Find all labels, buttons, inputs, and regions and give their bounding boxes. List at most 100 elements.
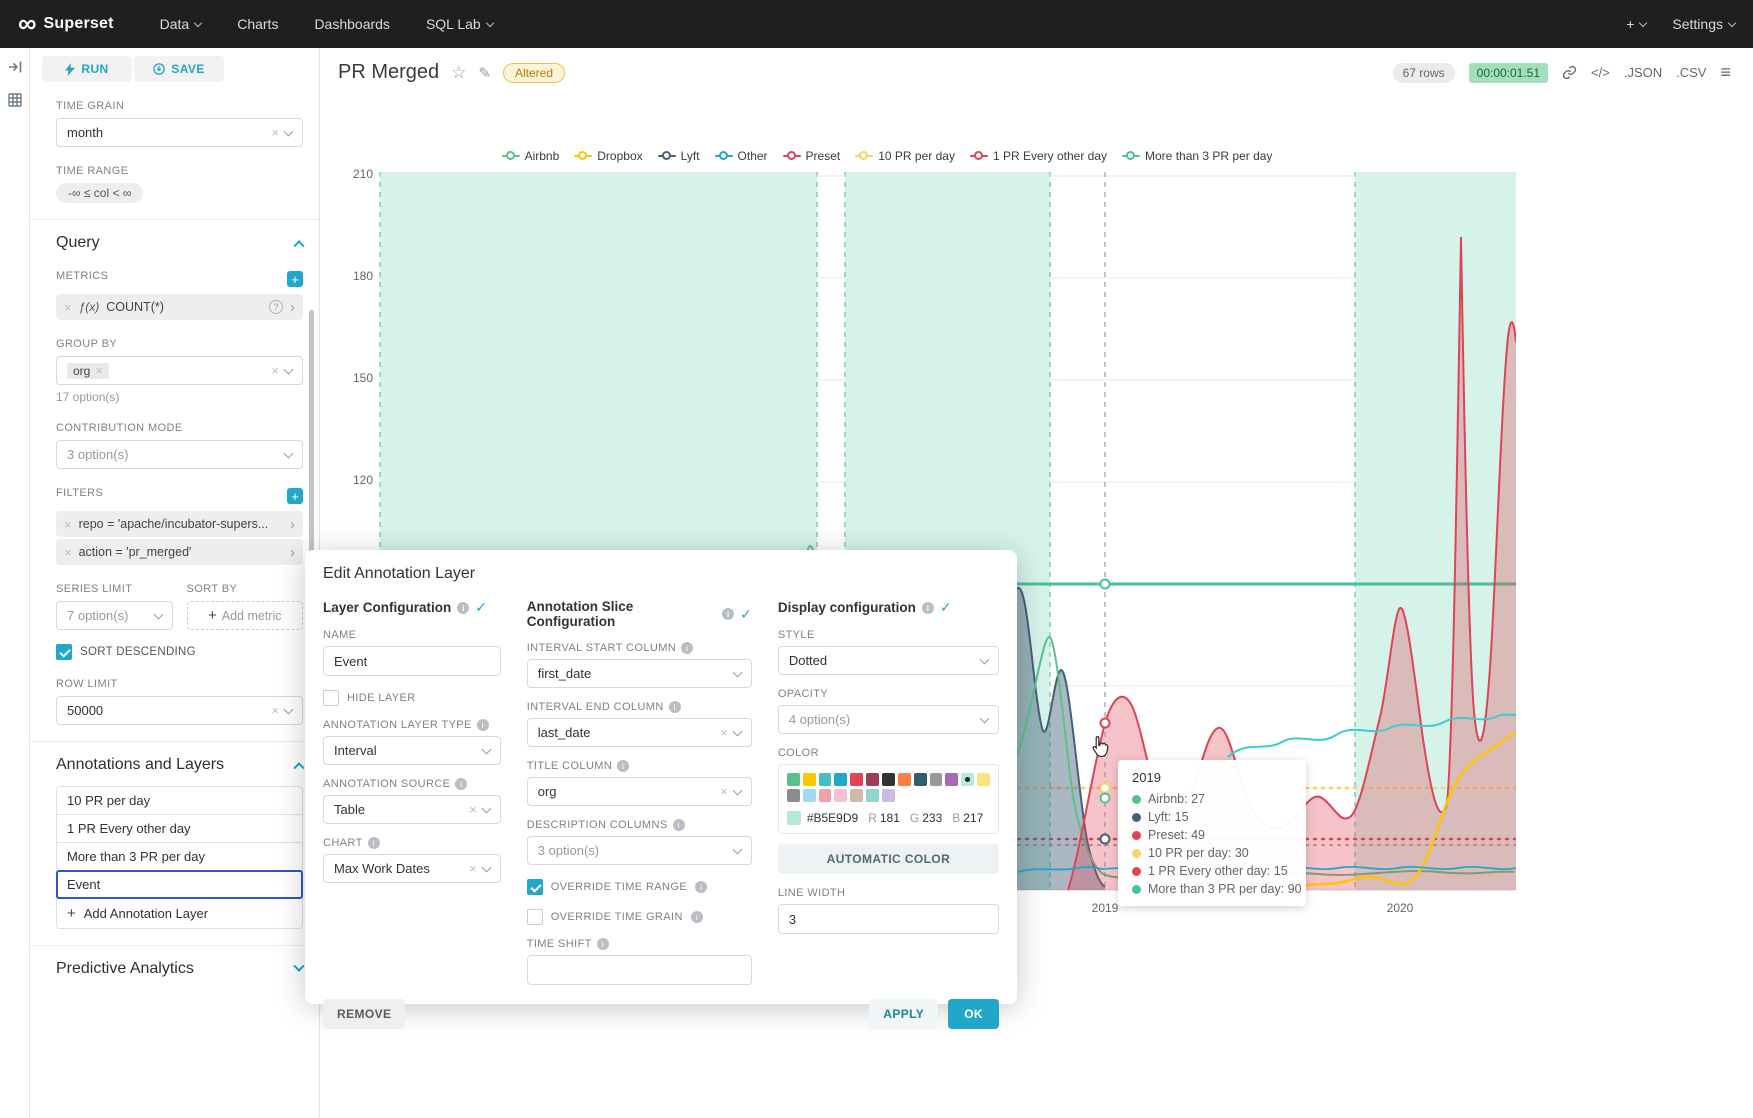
filter-pill[interactable]: × action = 'pr_merged' › (56, 539, 303, 565)
edit-title-icon[interactable]: ✎ (478, 64, 491, 82)
clear-icon[interactable]: × (720, 785, 728, 798)
color-swatch[interactable] (787, 789, 800, 802)
group-by-tag[interactable]: org× (67, 363, 109, 379)
nav-dashboards[interactable]: Dashboards (314, 16, 390, 32)
annotation-layer-item[interactable]: More than 3 PR per day (56, 842, 303, 871)
color-swatch[interactable] (898, 773, 911, 786)
predictive-section-header[interactable]: Predictive Analytics (56, 960, 303, 978)
export-json-button[interactable]: .JSON (1624, 65, 1662, 80)
color-swatch[interactable] (945, 773, 958, 786)
add-annotation-layer-button[interactable]: + Add Annotation Layer (56, 898, 303, 929)
apply-button[interactable]: APPLY (869, 999, 938, 1029)
annotation-layer-type-select[interactable]: Interval (323, 736, 501, 765)
interval-start-select[interactable]: first_date (527, 659, 752, 688)
remove-button[interactable]: REMOVE (323, 999, 405, 1029)
embed-code-icon[interactable]: </> (1591, 65, 1610, 80)
time-range-pill[interactable]: -∞ ≤ col < ∞ (56, 183, 143, 203)
superset-logo[interactable]: ∞ Superset (18, 13, 114, 36)
clear-icon[interactable]: × (469, 862, 477, 875)
time-shift-input[interactable] (527, 955, 752, 985)
annotation-source-select[interactable]: Table × (323, 795, 501, 824)
filter-pill[interactable]: × repo = 'apache/incubator-supers... › (56, 511, 303, 537)
color-swatch[interactable] (882, 789, 895, 802)
time-grain-select[interactable]: month × (56, 118, 303, 147)
nav-settings[interactable]: Settings (1672, 16, 1735, 32)
opacity-select[interactable]: 4 option(s) (778, 705, 999, 734)
metric-pill[interactable]: × ƒ(x) COUNT(*) ? › (56, 294, 303, 320)
clear-icon[interactable]: × (271, 364, 279, 377)
group-by-select[interactable]: org× × (56, 356, 303, 385)
color-swatch[interactable] (819, 789, 832, 802)
menu-icon[interactable]: ≡ (1720, 62, 1731, 83)
legend-item[interactable]: 1 PR Every other day (970, 149, 1107, 163)
annotations-section-header[interactable]: Annotations and Layers (56, 756, 303, 774)
export-csv-button[interactable]: .CSV (1676, 65, 1706, 80)
override-time-grain-checkbox[interactable]: OVERRIDE TIME GRAIN i (527, 909, 752, 925)
nav-new-button[interactable]: + (1626, 16, 1646, 32)
legend-item[interactable]: Lyft (658, 149, 700, 163)
remove-tag-icon[interactable]: × (95, 364, 103, 377)
legend-item[interactable]: More than 3 PR per day (1122, 149, 1272, 163)
color-swatch[interactable] (866, 789, 879, 802)
color-swatch[interactable] (914, 773, 927, 786)
clear-icon[interactable]: × (271, 704, 279, 717)
share-link-icon[interactable] (1562, 65, 1577, 80)
run-button[interactable]: RUN (42, 56, 132, 82)
chart-select[interactable]: Max Work Dates × (323, 854, 501, 883)
nav-charts[interactable]: Charts (237, 16, 278, 32)
add-metric-plus-button[interactable]: + (287, 271, 303, 287)
clear-icon[interactable]: × (469, 803, 477, 816)
color-swatch[interactable] (850, 789, 863, 802)
color-swatch[interactable] (882, 773, 895, 786)
legend-item[interactable]: Other (715, 149, 768, 163)
color-swatch[interactable] (866, 773, 879, 786)
override-time-range-checkbox[interactable]: OVERRIDE TIME RANGE i (527, 879, 752, 895)
color-swatch[interactable] (787, 773, 800, 786)
clear-icon[interactable]: × (271, 126, 279, 139)
nav-data[interactable]: Data (160, 16, 202, 32)
clear-icon[interactable]: × (720, 726, 728, 739)
color-swatch[interactable] (930, 773, 943, 786)
series-limit-select[interactable]: 7 option(s) (56, 601, 173, 630)
nav-sqllab[interactable]: SQL Lab (426, 16, 493, 32)
color-swatch[interactable] (834, 773, 847, 786)
color-swatch[interactable] (819, 773, 832, 786)
legend-item[interactable]: 10 PR per day (855, 149, 955, 163)
collapse-panel-icon[interactable] (8, 60, 22, 79)
sort-descending-checkbox[interactable]: SORT DESCENDING (56, 644, 303, 660)
annotation-layer-item[interactable]: Event (56, 870, 303, 899)
title-column-select[interactable]: org × (527, 777, 752, 806)
description-columns-select[interactable]: 3 option(s) (527, 836, 752, 865)
favorite-star-icon[interactable]: ☆ (451, 63, 466, 83)
remove-filter-icon[interactable]: × (64, 518, 72, 531)
color-swatch[interactable] (977, 773, 990, 786)
remove-filter-icon[interactable]: × (64, 546, 72, 559)
name-input[interactable] (323, 646, 501, 676)
altered-badge[interactable]: Altered (503, 63, 565, 83)
remove-metric-icon[interactable]: × (64, 301, 72, 314)
color-swatch[interactable] (803, 789, 816, 802)
ok-button[interactable]: OK (948, 999, 999, 1029)
query-section-header[interactable]: Query (56, 234, 303, 252)
datasource-grid-icon[interactable] (8, 93, 22, 112)
hide-layer-checkbox[interactable]: HIDE LAYER (323, 690, 501, 706)
color-swatch[interactable] (961, 773, 974, 786)
color-swatch[interactable] (850, 773, 863, 786)
save-button[interactable]: SAVE (134, 56, 224, 82)
legend-item[interactable]: Airbnb (502, 149, 560, 163)
automatic-color-button[interactable]: AUTOMATIC COLOR (778, 844, 999, 874)
annotation-layer-item[interactable]: 1 PR Every other day (56, 814, 303, 843)
add-filter-plus-button[interactable]: + (287, 488, 303, 504)
legend-item[interactable]: Preset (783, 149, 841, 163)
color-swatch[interactable] (834, 789, 847, 802)
legend-item[interactable]: Dropbox (574, 149, 642, 163)
style-select[interactable]: Dotted (778, 646, 999, 675)
annotation-layer-item[interactable]: 10 PR per day (56, 786, 303, 815)
contribution-mode-select[interactable]: 3 option(s) (56, 440, 303, 469)
line-width-input[interactable] (778, 904, 999, 934)
interval-end-select[interactable]: last_date × (527, 718, 752, 747)
color-swatch[interactable] (803, 773, 816, 786)
panel-scrollbar[interactable] (309, 310, 314, 565)
sort-by-add-metric[interactable]: + Add metric (187, 601, 304, 630)
row-limit-select[interactable]: 50000 × (56, 696, 303, 725)
